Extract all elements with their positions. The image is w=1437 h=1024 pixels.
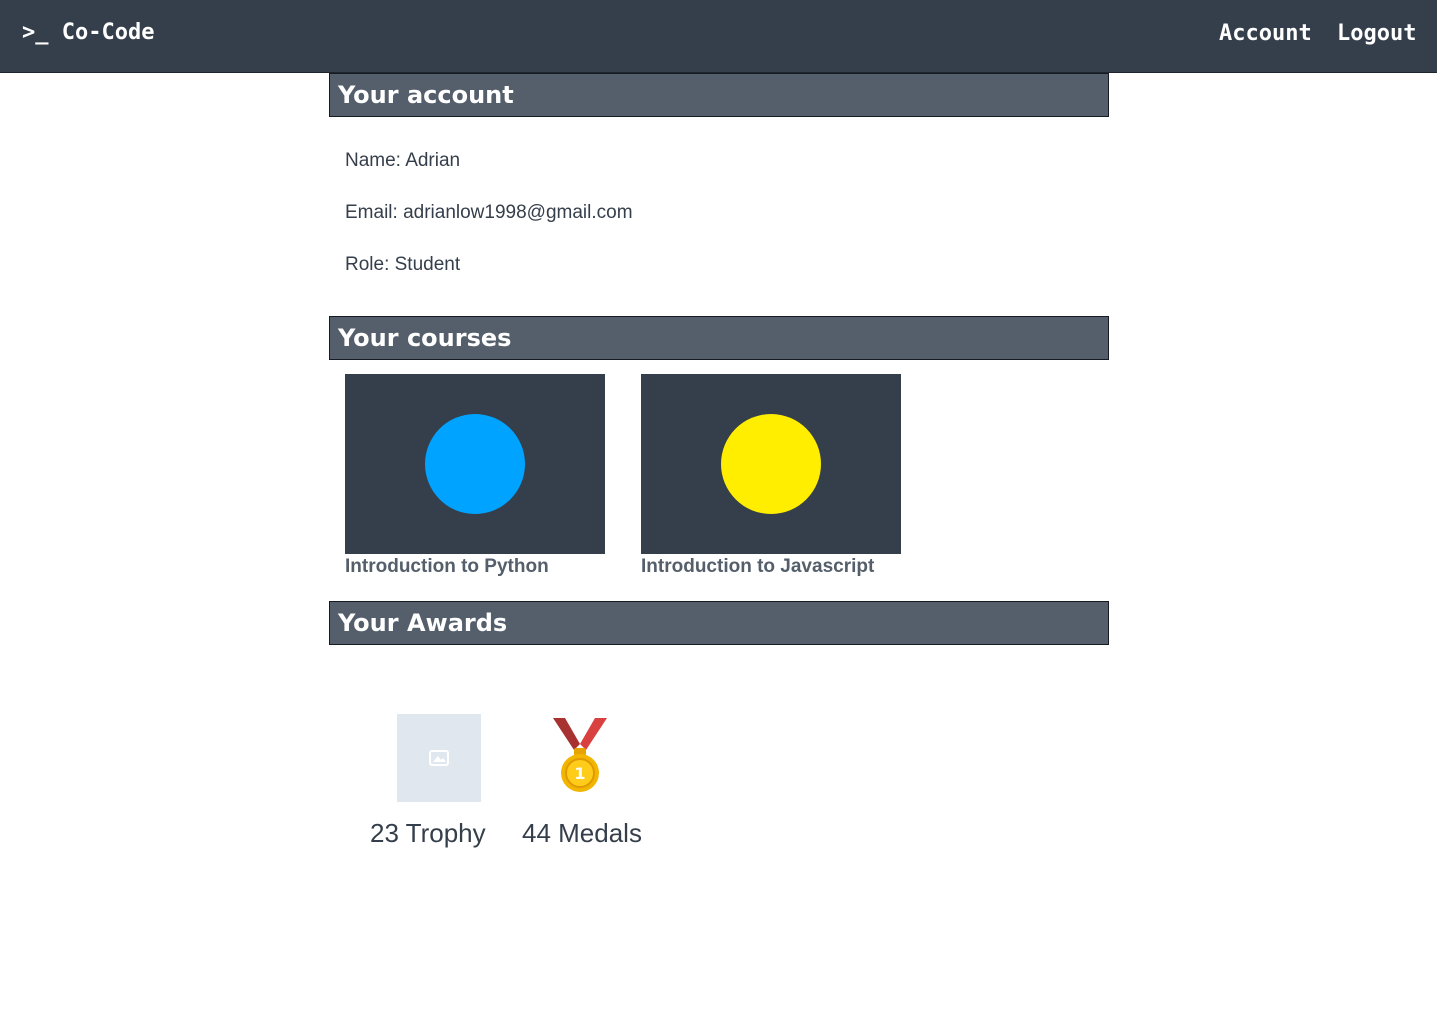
- svg-text:1: 1: [574, 764, 585, 783]
- course-card-javascript[interactable]: Introduction to Javascript: [641, 374, 901, 578]
- nav-account-link[interactable]: Account: [1219, 21, 1312, 46]
- course-card-python[interactable]: Introduction to Python: [345, 374, 605, 578]
- course-circle-icon: [425, 414, 525, 514]
- account-email: Email: adrianlow1998@gmail.com: [345, 202, 633, 223]
- nav-logout-link[interactable]: Logout: [1337, 21, 1416, 46]
- course-circle-icon: [721, 414, 821, 514]
- course-thumbnail[interactable]: [641, 374, 901, 554]
- image-placeholder-icon: [397, 714, 481, 802]
- account-section-header: Your account: [329, 73, 1109, 117]
- course-title[interactable]: Introduction to Javascript: [641, 556, 901, 578]
- courses-section-header: Your courses: [329, 316, 1109, 360]
- top-navbar: >_ Co-Code Account Logout: [0, 0, 1437, 73]
- course-title[interactable]: Introduction to Python: [345, 556, 605, 578]
- account-name: Name: Adrian: [345, 150, 461, 171]
- brand-logo-link[interactable]: >_ Co-Code: [22, 20, 154, 45]
- awards-section-header: Your Awards: [329, 601, 1109, 645]
- account-role: Role: Student: [345, 254, 461, 275]
- award-medal-count: 44 Medals: [522, 818, 642, 848]
- course-thumbnail[interactable]: [345, 374, 605, 554]
- gold-medal-icon: 1: [553, 718, 607, 792]
- award-trophy-count: 23 Trophy: [370, 818, 486, 848]
